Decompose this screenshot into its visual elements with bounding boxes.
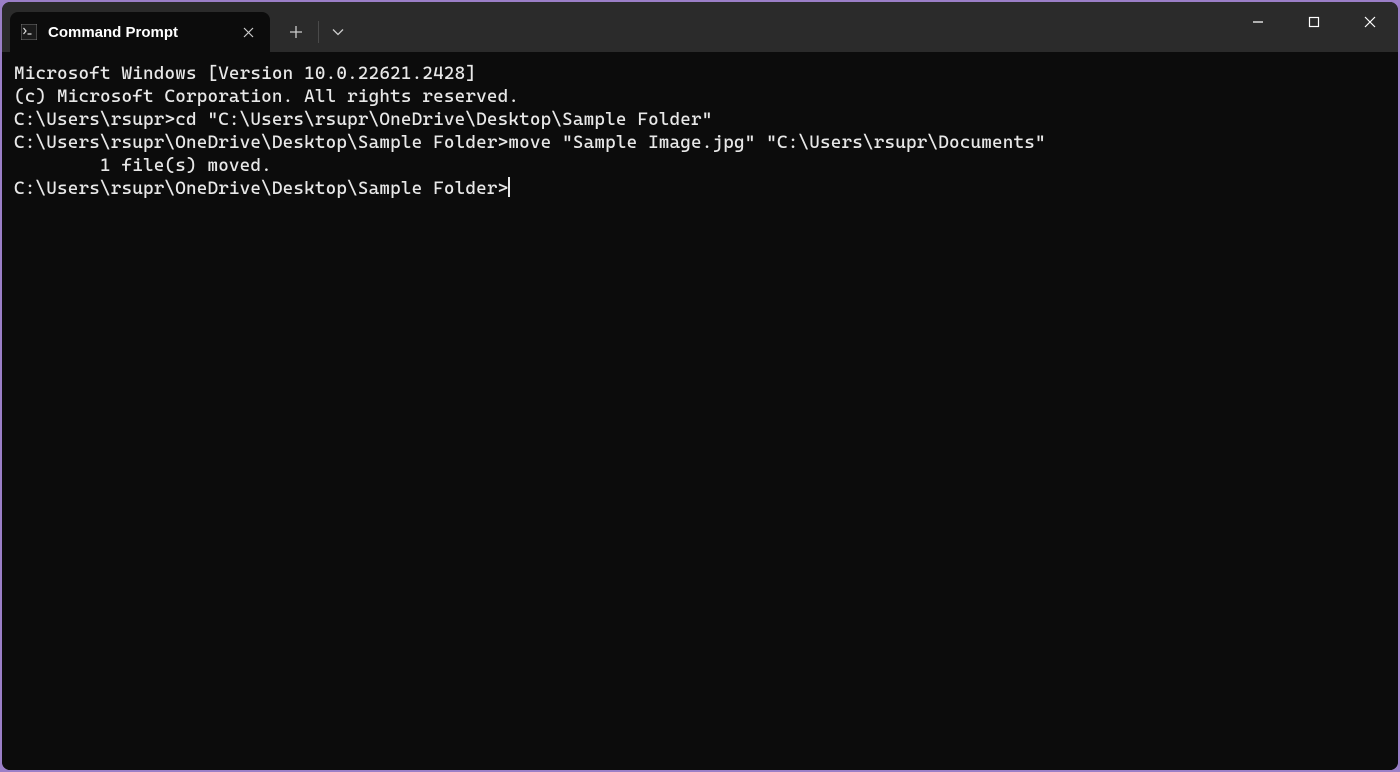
terminal-line: (c) Microsoft Corporation. All rights re… [14,85,1386,108]
window-controls [1230,2,1398,42]
terminal-line: C:\Users\rsupr>cd "C:\Users\rsupr\OneDri… [14,108,1386,131]
close-window-button[interactable] [1342,2,1398,42]
tabs-area: Command Prompt [2,2,353,52]
tab-dropdown-button[interactable] [323,14,353,50]
terminal-window: Command Prompt [2,2,1398,770]
close-tab-button[interactable] [238,22,258,42]
cursor [508,177,510,197]
terminal-line: 1 file(s) moved. [14,154,1386,177]
new-tab-button[interactable] [278,14,314,50]
maximize-button[interactable] [1286,2,1342,42]
cmd-icon [20,23,38,41]
terminal-output[interactable]: Microsoft Windows [Version 10.0.22621.24… [2,52,1398,770]
minimize-button[interactable] [1230,2,1286,42]
divider [318,21,319,43]
tab-title: Command Prompt [48,24,228,41]
titlebar: Command Prompt [2,2,1398,52]
terminal-line: C:\Users\rsupr\OneDrive\Desktop\Sample F… [14,177,1386,200]
terminal-line: Microsoft Windows [Version 10.0.22621.24… [14,62,1386,85]
tab-command-prompt[interactable]: Command Prompt [10,12,270,52]
tab-actions [270,12,353,52]
terminal-line: C:\Users\rsupr\OneDrive\Desktop\Sample F… [14,131,1386,154]
